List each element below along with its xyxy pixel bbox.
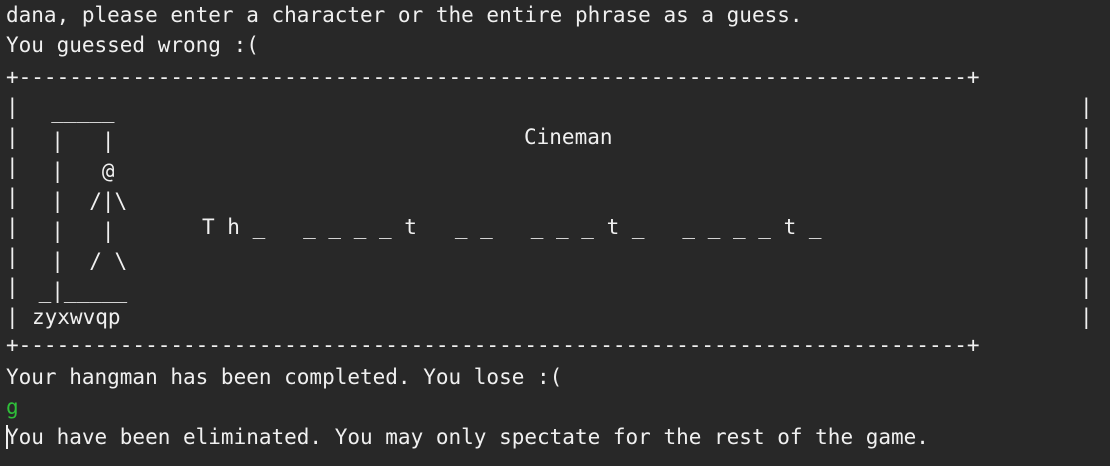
guess-result-line: You guessed wrong :(: [6, 33, 259, 57]
board-left-border: | | | | | | | |: [6, 95, 19, 329]
elimination-status-line: You have been eliminated. You may only s…: [6, 425, 929, 449]
status-line-container[interactable]: You have been eliminated. You may only s…: [6, 422, 929, 452]
input-echo: g: [6, 395, 19, 419]
game-outcome-line: Your hangman has been completed. You los…: [6, 365, 563, 389]
phrase-progress: T h _ _ _ _ _ t _ _ _ _ _ t _ _ _ _ _ t …: [202, 215, 822, 239]
guessed-letters: zyxwvqp: [32, 305, 121, 329]
prompt-line: dana, please enter a character or the en…: [6, 3, 803, 27]
board-top-border: +---------------------------------------…: [6, 65, 980, 89]
phrase-category: Cineman: [524, 125, 613, 149]
board-bottom-border: +---------------------------------------…: [6, 333, 980, 357]
hangman-board: +---------------------------------------…: [6, 62, 1098, 357]
board-right-border: | | | | | | | |: [1080, 95, 1093, 329]
hangman-gallows-art: _____ | | | @ | /|\ | | | / \ _|_____: [38, 99, 128, 303]
